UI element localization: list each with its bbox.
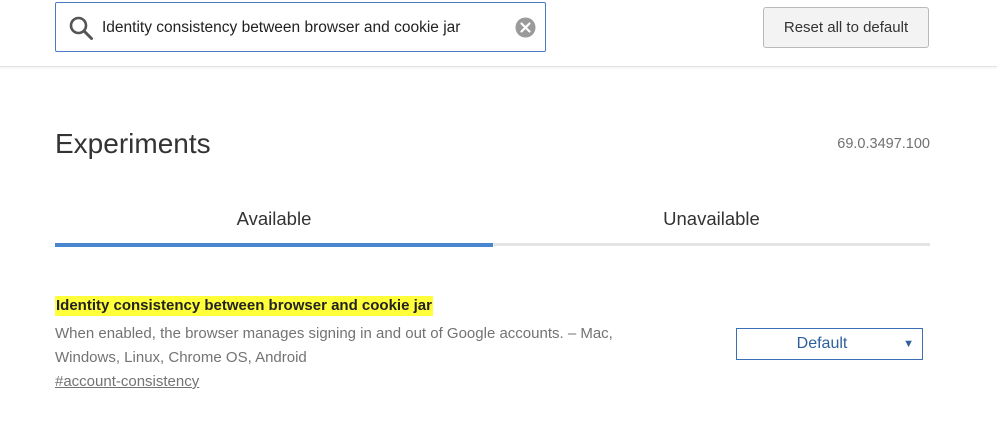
tab-bar: Available Unavailable [55,195,930,252]
experiment-state-value: Default [796,335,848,352]
experiment-description: When enabled, the browser manages signin… [55,325,613,366]
tab-selected-indicator [55,243,493,247]
dropdown-arrow-icon: ▼ [903,338,914,350]
page-title: Experiments [55,128,211,159]
search-box[interactable] [55,2,546,52]
experiment-permalink[interactable]: #account-consistency [55,372,199,392]
experiment-item: Identity consistency between browser and… [55,294,930,404]
experiment-title: Identity consistency between browser and… [55,296,433,316]
header-bar: Reset all to default [0,0,997,67]
version-label: 69.0.3497.100 [837,136,930,152]
experiment-state-select[interactable]: Default ▼ [736,328,923,360]
search-input[interactable] [102,17,502,39]
search-icon [69,16,93,40]
clear-icon[interactable] [515,17,536,38]
reset-all-button[interactable]: Reset all to default [763,7,929,48]
